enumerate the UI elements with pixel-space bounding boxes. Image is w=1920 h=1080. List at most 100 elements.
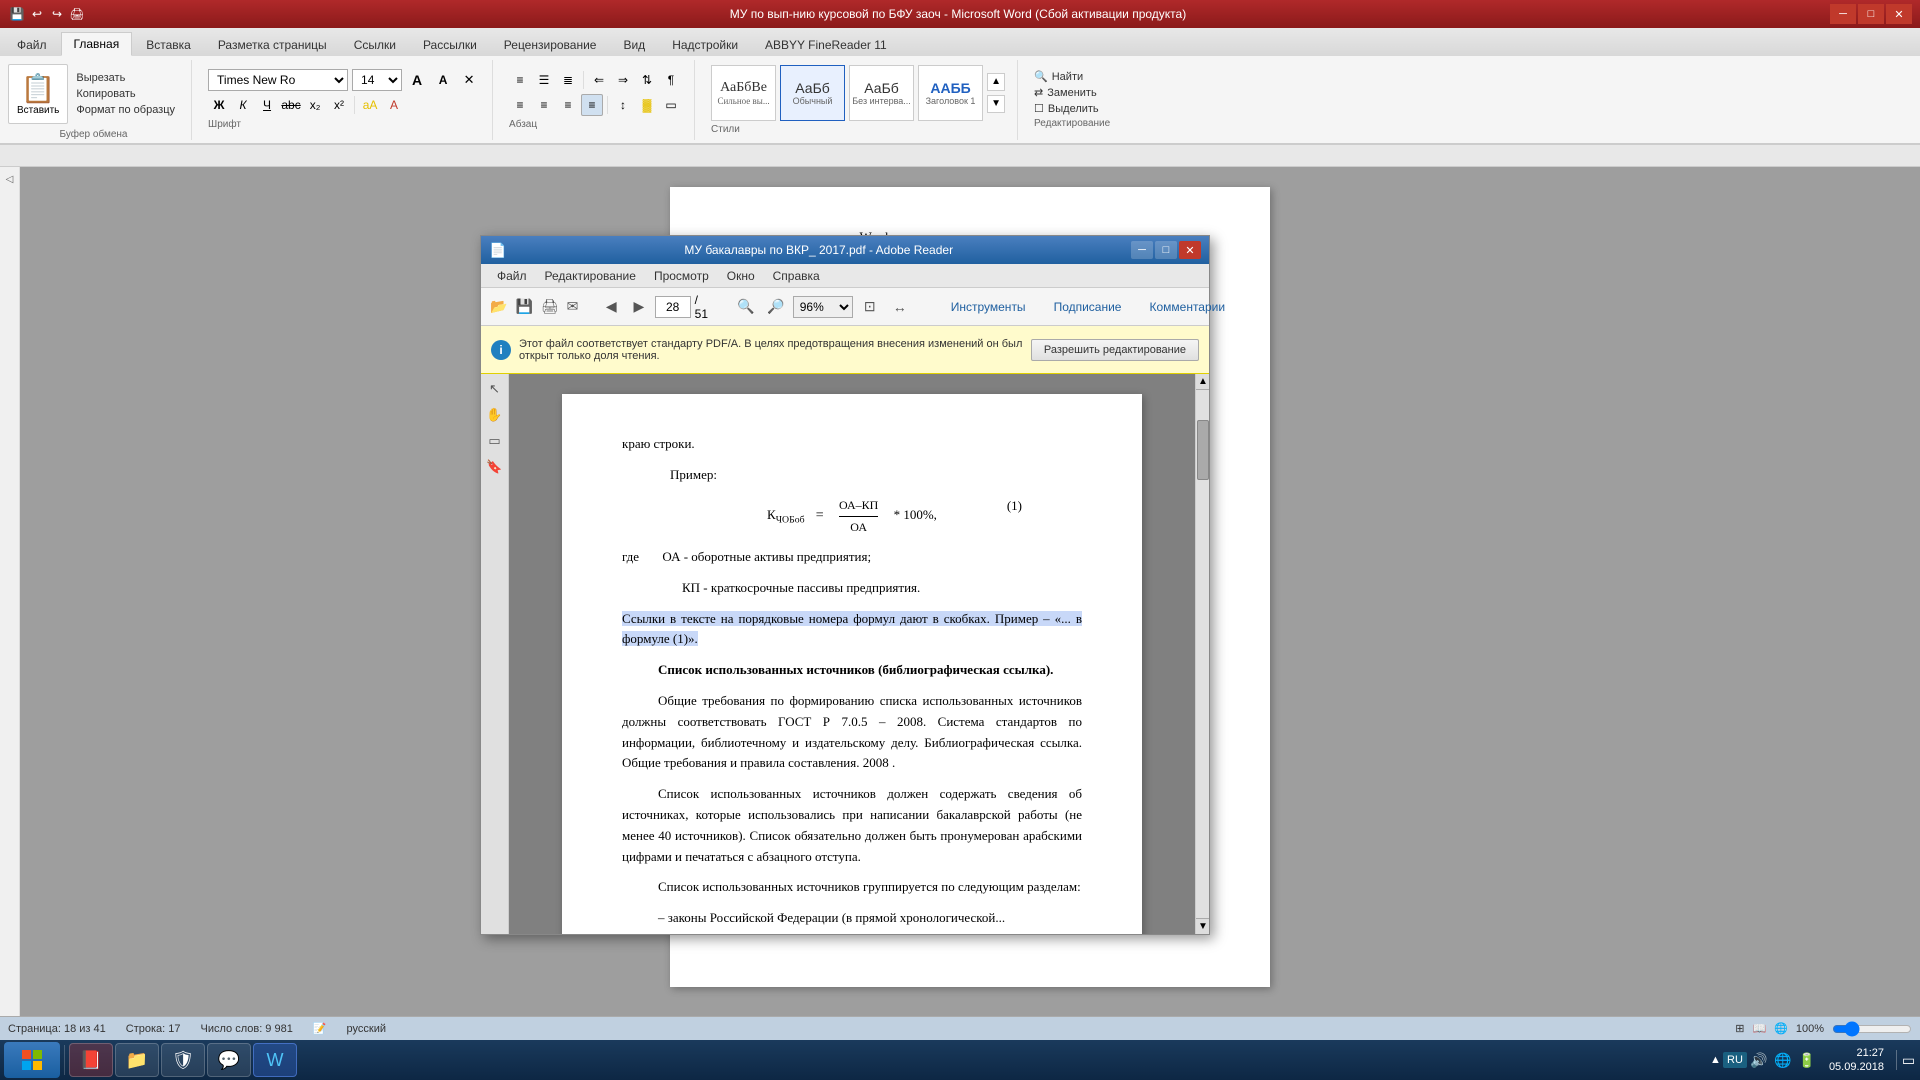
styles-up-button[interactable]: ▲ [987,73,1005,91]
tab-insert[interactable]: Вставка [133,33,204,56]
sidebar-icon-1[interactable]: ◁ [2,171,18,187]
scroll-up-button[interactable]: ▲ [1196,374,1209,390]
font-name-select[interactable]: Times New Ro [208,69,348,91]
tray-sound-icon[interactable]: 🔊 [1749,1050,1769,1070]
paste-button[interactable]: 📋 Вставить [8,64,68,124]
adobe-page-input[interactable] [655,296,691,318]
increase-indent-button[interactable]: ⇒ [612,69,634,91]
adobe-panel-hand-icon[interactable]: ✋ [484,404,506,426]
italic-button[interactable]: К [232,94,254,116]
clear-format-button[interactable]: ✕ [458,69,480,91]
adobe-fit-width-button[interactable]: ↔ [887,294,913,320]
style-normal[interactable]: АаБбВе Сильное вы... [711,65,776,121]
close-button[interactable]: ✕ [1886,4,1912,24]
find-button[interactable]: 🔍 Найти [1034,70,1110,83]
tab-mailings[interactable]: Рассылки [410,33,490,56]
status-view-read[interactable]: 📖 [1752,1022,1766,1035]
tab-addins[interactable]: Надстройки [659,33,751,56]
adobe-panel-select-icon[interactable]: ▭ [484,430,506,452]
taskbar-skype[interactable]: 💬 [207,1043,251,1077]
adobe-print-button[interactable]: 🖨 [540,294,560,320]
pdf-scrollbar[interactable]: ▲ ▼ [1195,374,1209,934]
adobe-sign-button[interactable]: Подписание [1042,298,1134,316]
adobe-menu-window[interactable]: Окно [719,267,763,285]
adobe-save-button[interactable]: 💾 [514,294,533,320]
underline-button[interactable]: Ч [256,94,278,116]
superscript-button[interactable]: x² [328,94,350,116]
adobe-minimize-button[interactable]: ─ [1131,241,1153,259]
taskbar-antivirus[interactable]: 🛡 [161,1043,205,1077]
tab-view[interactable]: Вид [610,33,658,56]
select-button[interactable]: ☐ Выделить [1034,102,1110,115]
adobe-zoom-in-button[interactable]: 🔎 [763,294,789,320]
adobe-email-button[interactable]: ✉ [566,294,580,320]
adobe-zoom-select[interactable]: 96% [793,296,853,318]
align-left-button[interactable]: ≡ [509,94,531,116]
font-grow-button[interactable]: A [406,69,428,91]
align-right-button[interactable]: ≡ [557,94,579,116]
styles-down-button[interactable]: ▼ [987,95,1005,113]
tab-abbyy[interactable]: ABBYY FineReader 11 [752,33,900,56]
style-heading1[interactable]: АаБб Без интерва... [849,65,914,121]
line-spacing-button[interactable]: ↕ [612,94,634,116]
adobe-panel-bookmark-icon[interactable]: 🔖 [484,456,506,478]
numbering-button[interactable]: ☰ [533,69,555,91]
adobe-menu-edit[interactable]: Редактирование [537,267,644,285]
format-painter-button[interactable]: Формат по образцу [72,103,179,117]
multilevel-button[interactable]: ≣ [557,69,579,91]
minimize-button[interactable]: ─ [1830,4,1856,24]
adobe-panel-cursor-icon[interactable]: ↖ [484,378,506,400]
sort-button[interactable]: ⇅ [636,69,658,91]
zoom-slider[interactable] [1832,1021,1912,1037]
adobe-open-button[interactable]: 📂 [489,294,508,320]
adobe-menu-file[interactable]: Файл [489,267,535,285]
adobe-zoom-out-button[interactable]: 🔍 [733,294,759,320]
tab-home[interactable]: Главная [61,32,133,56]
tray-show-hidden[interactable]: ▲ [1710,1054,1721,1066]
taskbar-acrobat[interactable]: 📕 [69,1043,113,1077]
adobe-comments-button[interactable]: Комментарии [1137,298,1237,316]
justify-button[interactable]: ≡ [581,94,603,116]
font-color-button[interactable]: А [383,94,405,116]
redo-icon[interactable]: ↪ [48,5,66,23]
adobe-menu-help[interactable]: Справка [765,267,828,285]
save-icon[interactable]: 💾 [8,5,26,23]
shading-button[interactable]: ▓ [636,94,658,116]
tab-review[interactable]: Рецензирование [491,33,610,56]
pdf-viewport[interactable]: краю строки. Пример: КЧОБоб = ОА–КП [509,374,1195,934]
tray-lang-icon[interactable]: RU [1725,1050,1745,1070]
font-shrink-button[interactable]: A [432,69,454,91]
status-spell-icon[interactable]: 📝 [313,1022,327,1035]
restore-button[interactable]: □ [1858,4,1884,24]
adobe-tools-button[interactable]: Инструменты [939,298,1038,316]
adobe-fit-button[interactable]: ⊡ [857,294,883,320]
subscript-button[interactable]: x₂ [304,94,326,116]
status-view-web[interactable]: 🌐 [1774,1022,1788,1035]
adobe-next-page-button[interactable]: ▶ [627,294,651,320]
align-center-button[interactable]: ≡ [533,94,555,116]
adobe-prev-page-button[interactable]: ◀ [599,294,623,320]
print-icon[interactable]: 🖨 [68,5,86,23]
style-heading2[interactable]: ААББ Заголовок 1 [918,65,983,121]
replace-button[interactable]: ⇄ Заменить [1034,86,1110,99]
cut-button[interactable]: Вырезать [72,71,179,85]
tab-layout[interactable]: Разметка страницы [205,33,340,56]
tab-references[interactable]: Ссылки [341,33,409,56]
scroll-down-button[interactable]: ▼ [1196,918,1209,934]
tab-file[interactable]: Файл [4,33,60,56]
document-area[interactable]: текст документа Word виден здесь частичн… [20,167,1920,1016]
taskbar-word[interactable]: W [253,1043,297,1077]
adobe-close-button[interactable]: ✕ [1179,241,1201,259]
adobe-restore-button[interactable]: □ [1155,241,1177,259]
font-size-select[interactable]: 14 [352,69,402,91]
style-no-spacing[interactable]: АаБб Обычный [780,65,845,121]
scroll-thumb[interactable] [1197,420,1209,480]
undo-icon[interactable]: ↩ [28,5,46,23]
border-button[interactable]: ▭ [660,94,682,116]
adobe-menu-view[interactable]: Просмотр [646,267,717,285]
highlight-button[interactable]: аА [359,94,381,116]
start-button[interactable] [4,1042,60,1078]
decrease-indent-button[interactable]: ⇐ [588,69,610,91]
tray-show-desktop[interactable]: ▭ [1896,1050,1916,1070]
copy-button[interactable]: Копировать [72,87,179,101]
